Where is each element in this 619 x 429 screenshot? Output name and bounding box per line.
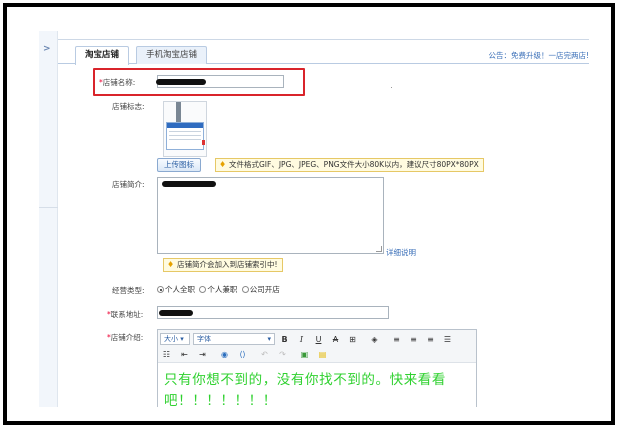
rich-text-editor[interactable]: 大小 ▾ 字体 ▾ B I U A ⊞ ◈ ≡ ≡ ≡ ☰ ☷ ⇤ ⇥ ◉ ⟨⟩ … [157, 329, 477, 407]
redacted-contact-address [159, 310, 193, 316]
font-family-select[interactable]: 字体 ▾ [193, 333, 275, 345]
font-size-select[interactable]: 大小 ▾ [160, 333, 190, 345]
undo-icon[interactable]: ↶ [259, 349, 270, 360]
upload-tip-text: 文件格式GIF、JPG、JPEG、PNG文件大小80K以内，建议尺寸80PX*8… [229, 160, 479, 169]
redacted-shop-intro [162, 181, 216, 187]
bold-icon[interactable]: B [279, 334, 290, 345]
intro-tip-text: 店铺简介会加入到店铺索引中! [177, 260, 278, 269]
shop-name-label: *店铺名称: [99, 78, 136, 87]
shop-intro-textarea[interactable] [157, 177, 384, 254]
editor-toolbar: 大小 ▾ 字体 ▾ B I U A ⊞ ◈ ≡ ≡ ≡ ☰ ☷ ⇤ ⇥ ◉ ⟨⟩ … [158, 330, 476, 363]
top-bar [58, 31, 589, 40]
shop-logo-label: 店铺标志: [112, 102, 145, 111]
source-code-icon[interactable]: ⟨⟩ [237, 349, 248, 360]
tip-shield-icon: ♦ [167, 260, 175, 269]
upload-logo-button[interactable]: 上传图标 [157, 158, 201, 172]
image-icon[interactable]: ▣ [299, 349, 310, 360]
shop-tab-bar: 淘宝店铺 手机淘宝店铺 公告：免费升级！一店完两店! [58, 43, 589, 65]
outdent-icon[interactable]: ⇤ [179, 349, 190, 360]
radio-icon[interactable] [241, 286, 249, 293]
stray-dot [391, 87, 392, 88]
italic-icon[interactable]: I [296, 334, 307, 345]
link-icon[interactable]: ◉ [219, 349, 230, 360]
resize-grip-icon[interactable] [376, 246, 382, 252]
upload-tip: ♦ 文件格式GIF、JPG、JPEG、PNG文件大小80K以内，建议尺寸80PX*… [215, 158, 484, 172]
align-left-icon[interactable]: ≡ [391, 334, 402, 345]
shop-logo-preview [163, 101, 207, 157]
shop-desc-label: *店铺介绍: [107, 333, 144, 342]
sidebar-divider [39, 207, 58, 208]
fill-color-icon[interactable]: ◈ [369, 334, 380, 345]
shop-settings-page: > 淘宝店铺 手机淘宝店铺 公告：免费升级！一店完两店! *店铺名称: 店铺标志… [39, 31, 589, 407]
notice-link[interactable]: 公告：免费升级！一店完两店! [488, 50, 589, 61]
radio-option-fulltime[interactable]: 个人全职 [157, 285, 195, 294]
shop-intro-label: 店铺简介: [112, 180, 145, 189]
radio-icon[interactable] [199, 286, 207, 293]
radio-option-parttime[interactable]: 个人兼职 [199, 285, 237, 294]
radio-option-company[interactable]: 公司开店 [241, 285, 280, 294]
detail-link[interactable]: 详细说明 [386, 247, 416, 258]
underline-icon[interactable]: U [313, 334, 324, 345]
align-center-icon[interactable]: ≡ [408, 334, 419, 345]
redacted-shop-name [156, 79, 206, 85]
left-sidebar-strip: > [39, 31, 58, 407]
tab-mobile-taobao-shop[interactable]: 手机淘宝店铺 [136, 46, 208, 64]
radio-checked-icon[interactable] [157, 286, 164, 293]
ordered-list-icon[interactable]: ☷ [161, 349, 172, 360]
contact-address-label: *联系地址: [107, 310, 144, 319]
editor-content[interactable]: 只有你想不到的，没有你找不到的。快来看看吧！！！！！！！ [158, 363, 476, 407]
table-icon[interactable]: ⊞ [347, 334, 358, 345]
align-right-icon[interactable]: ≡ [425, 334, 436, 345]
tip-shield-icon: ♦ [219, 160, 227, 169]
indent-icon[interactable]: ⇥ [197, 349, 208, 360]
expand-sidebar-icon[interactable]: > [43, 44, 51, 54]
screenshot-frame: > 淘宝店铺 手机淘宝店铺 公告：免费升级！一店完两店! *店铺名称: 店铺标志… [3, 3, 615, 425]
tab-taobao-shop[interactable]: 淘宝店铺 [75, 46, 130, 65]
align-justify-icon[interactable]: ☰ [442, 334, 453, 345]
strikethrough-icon[interactable]: A [330, 334, 341, 345]
business-type-label: 经营类型: [112, 286, 145, 295]
intro-tip: ♦ 店铺简介会加入到店铺索引中! [163, 258, 283, 272]
emoticon-icon[interactable]: ▤ [317, 349, 328, 360]
business-type-radio-group: 个人全职 个人兼职 公司开店 [157, 284, 282, 295]
redo-icon[interactable]: ↷ [277, 349, 288, 360]
